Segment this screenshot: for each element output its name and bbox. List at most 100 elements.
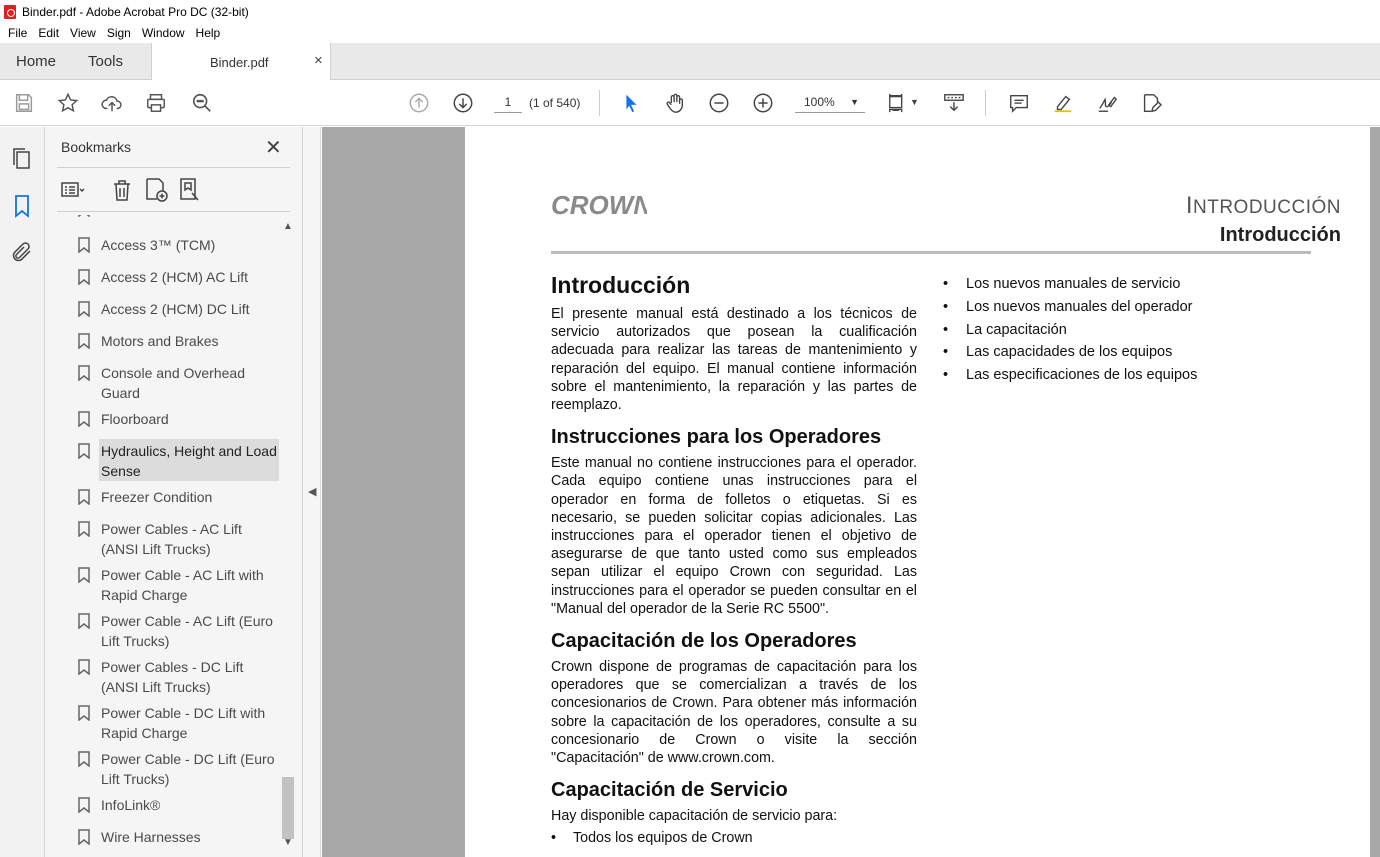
bookmarks-scrollbar[interactable]: ▲ ▼ [280,217,296,857]
bookmark-item[interactable]: Power Cable - DC Lift with Rapid Charge [57,703,281,749]
bookmark-item[interactable]: Console and Overhead Guard [57,363,281,409]
bookmark-item[interactable]: Power Cable - DC Lift (Euro Lift Trucks) [57,749,281,795]
fit-page-dropdown-icon[interactable]: ▼ [910,97,919,107]
menu-window[interactable]: Window [142,26,185,40]
bookmark-flag-icon [78,797,90,813]
bookmark-item[interactable]: Access 2 (HCM) DC Lift [57,299,281,325]
menu-help[interactable]: Help [196,26,221,40]
section-body: Crown dispone de programas de capacitaci… [551,659,917,767]
attachment-icon[interactable] [10,240,34,264]
bookmark-item[interactable]: Wire Harnesses [57,827,281,853]
pdf-page: CROWN INTRODUCCIÓN Introducción Introduc… [465,127,1370,857]
bookmark-item[interactable]: Floorboard [57,409,281,435]
scrollbar-thumb[interactable] [282,777,294,839]
section-body: Este manual no contiene instrucciones pa… [551,455,917,617]
pdf-icon [4,4,16,19]
bookmarks-title: Bookmarks [61,139,132,155]
bookmark-label: Power Cable - AC Lift (Euro Lift Trucks) [101,613,273,649]
section-body: Hay disponible capacitación de servicio … [551,808,838,825]
hand-icon[interactable] [663,91,687,115]
tab-document[interactable]: Binder.pdf × [151,43,331,80]
bookmark-label: Power Cable - AC Lift with Rapid Charge [101,567,264,603]
tab-tools[interactable]: Tools [88,53,123,70]
new-bookmark-icon[interactable] [143,177,169,203]
list-item: Las especificaciones de los equipos [943,364,1263,387]
page-down-icon[interactable] [451,91,475,115]
comment-icon[interactable] [1007,91,1031,115]
bookmark-item[interactable]: Hydraulics, Height and Load Sense [78,439,279,481]
bookmark-flag-icon [78,443,90,459]
menu-sign[interactable]: Sign [107,26,131,40]
toolbar: 1 (1 of 540) 100% ▼ ▼ [0,80,1380,126]
header-rule [551,251,1311,254]
page-number-input[interactable]: 1 [494,91,522,113]
bookmark-item[interactable]: Power Cable - AC Lift with Rapid Charge [57,565,281,611]
bookmark-item-partial [57,215,281,217]
bookmark-label: Hydraulics, Height and Load Sense [101,443,277,479]
menu-view[interactable]: View [70,26,96,40]
bookmark-flag-icon [78,659,90,675]
bookmark-flag-icon [78,521,90,537]
sign-icon[interactable] [1095,91,1119,115]
bookmark-properties-icon[interactable] [177,177,203,203]
bookmark-item[interactable]: Power Cables - DC Lift (ANSI Lift Trucks… [57,657,281,703]
search-zoom-icon[interactable] [190,91,214,115]
fit-page-icon[interactable] [886,91,910,115]
header-title: INTRODUCCIÓN [1185,192,1341,219]
options-list-icon[interactable] [59,177,85,203]
bookmark-label: Access 2 (HCM) DC Lift [101,301,250,317]
bookmark-item[interactable]: Power Cables - AC Lift (ANSI Lift Trucks… [57,519,281,565]
bookmarks-panel: Bookmarks ✕ Access 3™ (TCM) Access 2 (HCM… [45,127,303,857]
list-item: Los nuevos manuales del operador [943,296,1263,319]
bookmark-flag-icon [78,301,90,317]
bookmark-item[interactable]: Motors and Brakes [57,331,281,357]
bookmark-flag-icon [78,411,90,427]
select-arrow-icon[interactable] [619,91,643,115]
bookmark-label: Power Cable - DC Lift with Rapid Charge [101,705,266,741]
svg-text:CROWN: CROWN [551,191,647,219]
tab-close-icon[interactable]: × [314,52,323,69]
delete-icon[interactable] [109,177,135,203]
zoom-out-icon[interactable] [707,91,731,115]
upload-icon[interactable] [100,91,124,115]
bookmarks-close-icon[interactable]: ✕ [265,135,282,160]
bookmark-label: Wire Harnesses [101,829,201,845]
page-up-icon[interactable] [407,91,431,115]
bookmark-item[interactable]: Access 3™ (TCM) [57,235,281,261]
bookmark-item[interactable]: InfoLink® [57,795,281,821]
zoom-select[interactable]: 100% ▼ [795,91,865,113]
scroll-down-icon[interactable]: ▼ [283,837,293,848]
title-bar: Binder.pdf - Adobe Acrobat Pro DC (32-bi… [0,0,1380,23]
pages-icon[interactable] [10,147,34,171]
bookmark-label: Power Cables - DC Lift (ANSI Lift Trucks… [101,659,244,695]
scroll-mode-icon[interactable] [942,91,966,115]
bookmark-item[interactable]: Power Cable - AC Lift (Euro Lift Trucks) [57,611,281,657]
zoom-in-icon[interactable] [751,91,775,115]
window-title: Binder.pdf - Adobe Acrobat Pro DC (32-bi… [22,4,249,19]
page-count: (1 of 540) [529,96,581,110]
collapse-left-icon[interactable]: ◀ [308,485,316,498]
bullet-list: Todos los equipos de Crown [551,829,917,847]
panel-collapse-handle[interactable]: ◀ [303,127,321,857]
bookmark-icon[interactable] [10,194,34,218]
divider [57,211,290,212]
edit-icon[interactable] [1139,91,1163,115]
highlight-icon[interactable] [1051,91,1075,115]
bookmark-flag-icon [78,567,90,583]
document-viewport[interactable]: CROWN INTRODUCCIÓN Introducción Introduc… [322,127,1380,857]
menu-file[interactable]: File [8,26,27,40]
print-icon[interactable] [144,91,168,115]
zoom-value: 100% [804,95,835,109]
star-icon[interactable] [56,91,80,115]
bookmark-item[interactable]: Access 2 (HCM) AC Lift [57,267,281,293]
right-column: Los nuevos manuales de servicio Los nuev… [943,273,1263,387]
menu-edit[interactable]: Edit [38,26,59,40]
bookmark-flag-icon [78,751,90,767]
bookmark-flag-icon [78,829,90,845]
bookmark-item[interactable]: Freezer Condition [57,487,281,513]
save-icon[interactable] [12,91,36,115]
tab-home[interactable]: Home [16,53,56,70]
section-heading: Instrucciones para los Operadores [551,426,882,449]
list-item: Todos los equipos de Crown [551,829,917,847]
scroll-up-icon[interactable]: ▲ [283,221,293,232]
